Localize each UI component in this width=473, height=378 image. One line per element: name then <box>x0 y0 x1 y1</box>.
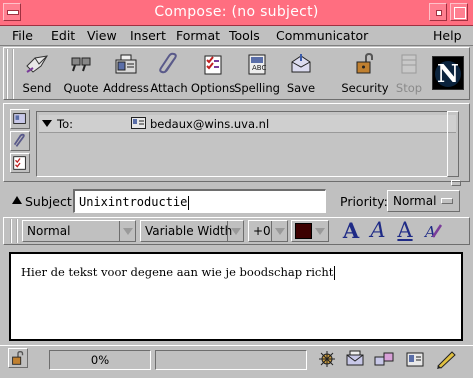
address-card-icon <box>13 113 26 124</box>
menu-edit[interactable]: Edit <box>51 28 75 43</box>
italic-button[interactable]: A <box>367 218 389 242</box>
quote-button[interactable]: Quote <box>59 48 103 98</box>
menu-format[interactable]: Format <box>176 28 220 43</box>
priority-select[interactable]: Normal <box>387 190 460 212</box>
security-status[interactable] <box>8 348 28 368</box>
format-toolbar-grip[interactable] <box>10 219 18 243</box>
text-cursor <box>188 195 190 210</box>
menu-tools[interactable]: Tools <box>229 28 260 43</box>
status-message <box>155 350 307 370</box>
recipient-scrollbar[interactable] <box>447 111 459 177</box>
save-button[interactable]: Save <box>279 48 323 98</box>
menu-communicator[interactable]: Communicator <box>276 28 368 43</box>
message-body[interactable]: Hier de tekst voor degene aan wie je boo… <box>9 252 463 341</box>
chevron-down-icon <box>227 221 243 241</box>
svg-text:A: A <box>423 223 436 241</box>
navigator-component-icon[interactable] <box>316 349 338 369</box>
attachments-tab-button[interactable] <box>10 131 30 151</box>
text-style-pen-icon[interactable]: A <box>423 221 443 241</box>
svg-text:ABC: ABC <box>252 64 266 72</box>
paperclip-icon <box>159 52 177 74</box>
chevron-down-icon <box>312 221 328 241</box>
save-icon <box>291 54 311 73</box>
menu-view[interactable]: View <box>87 28 117 43</box>
paperclip-icon <box>13 133 25 147</box>
address-book-icon[interactable] <box>404 349 426 369</box>
menu-help[interactable]: Help <box>433 28 462 43</box>
address-side-tabs <box>10 109 32 175</box>
font-value: Variable Width <box>145 224 233 238</box>
maximize-button[interactable] <box>450 3 468 21</box>
chevron-down-icon <box>119 221 135 241</box>
recipient-address[interactable]: bedaux@wins.uva.nl <box>150 117 269 131</box>
spellcheck-icon: ABC <box>248 54 266 75</box>
progress-indicator: 0% <box>49 350 151 370</box>
collapse-header-icon[interactable] <box>12 196 22 204</box>
save-label: Save <box>286 81 316 95</box>
unlocked-padlock-icon <box>356 52 373 74</box>
stop-button[interactable]: Stop <box>387 48 431 98</box>
message-body-text: Hier de tekst voor degene aan wie je boo… <box>21 265 336 280</box>
address-book-icon <box>115 54 137 74</box>
bold-button[interactable]: A <box>340 218 362 243</box>
text-color-button[interactable] <box>291 220 329 242</box>
paragraph-style-select[interactable]: Normal <box>22 220 136 242</box>
font-size-select[interactable]: +0 <box>248 220 288 242</box>
chevron-down-icon <box>271 221 287 241</box>
unlocked-padlock-icon <box>12 351 24 365</box>
message-body-value: Hier de tekst voor degene aan wie je boo… <box>21 265 334 279</box>
recipient-row[interactable]: To: bedaux@wins.uva.nl <box>39 115 456 133</box>
address-card-icon <box>131 117 146 129</box>
subject-input[interactable]: Unixintroductie <box>73 189 326 213</box>
priority-label: Priority: <box>340 194 388 209</box>
menu-file[interactable]: File <box>12 28 33 43</box>
recipient-type[interactable]: To: <box>57 117 73 131</box>
subject-label: Subject: <box>25 194 76 209</box>
stop-label: Stop <box>395 81 423 95</box>
priority-value: Normal <box>393 194 437 208</box>
discussion-groups-icon[interactable] <box>373 349 395 369</box>
window-title: Compose: (no subject) <box>154 4 319 20</box>
underline-button[interactable]: A <box>394 218 416 242</box>
menu-insert[interactable]: Insert <box>130 28 166 43</box>
stop-icon <box>401 54 417 74</box>
font-size-value: +0 <box>253 224 271 238</box>
address-tab-button[interactable] <box>10 109 30 129</box>
subject-value: Unixintroductie <box>79 195 188 209</box>
recipient-list: To: bedaux@wins.uva.nl <box>36 111 459 177</box>
message-options-tab-button[interactable] <box>10 153 30 173</box>
recipient-type-dropdown-icon[interactable] <box>42 120 52 127</box>
font-select[interactable]: Variable Width <box>140 220 244 242</box>
text-color-swatch <box>295 223 312 239</box>
mailbox-component-icon[interactable] <box>344 349 366 369</box>
paragraph-style-value: Normal <box>27 224 71 238</box>
title-bar[interactable]: Compose: (no subject) <box>0 0 473 26</box>
menu-bar: File Edit View Insert Format Tools Commu… <box>0 26 473 46</box>
composer-pen-icon[interactable] <box>435 349 457 369</box>
option-menu-indicator-icon <box>441 198 453 204</box>
minimize-button[interactable] <box>429 3 447 21</box>
body-text-cursor <box>334 266 336 280</box>
netscape-logo[interactable]: N <box>432 56 464 90</box>
progress-value: 0% <box>90 353 110 367</box>
options-checklist-icon <box>204 55 222 75</box>
netscape-logo-letter: N <box>437 59 459 88</box>
send-icon <box>26 55 48 73</box>
quote-icon <box>71 57 91 72</box>
options-checklist-icon <box>13 156 26 170</box>
